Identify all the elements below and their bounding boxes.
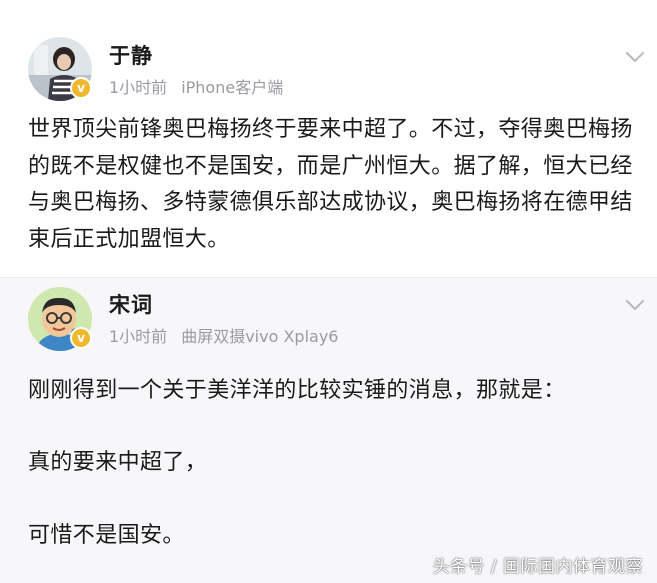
post-paragraph: 刚刚得到一个关于美洋洋的比较实锤的消息，那就是：	[28, 378, 566, 403]
post-body: 世界顶尖前锋奥巴梅扬终于要来中超了。不过，夺得奥巴梅扬的既不是权健也不是国安，而…	[28, 117, 633, 252]
post-item: v 于静 1小时前 iPhone客户端 世界顶尖前锋奥巴梅扬终于要来中超了。不过，…	[0, 0, 657, 277]
post-paragraph: 真的要来中超了，	[28, 450, 208, 475]
post-time: 1小时前	[109, 78, 168, 97]
post-source: iPhone客户端	[181, 78, 284, 97]
verified-badge-icon: v	[70, 327, 92, 349]
post-paragraph: 可惜不是国安。	[28, 523, 185, 548]
post-meta: 1小时前 iPhone客户端	[109, 74, 283, 98]
author-name[interactable]: 于静	[109, 40, 153, 70]
chevron-down-icon[interactable]	[624, 297, 646, 313]
author-name[interactable]: 宋词	[109, 289, 153, 319]
post-source: 曲屏双摄vivo Xplay6	[181, 327, 339, 346]
post-time: 1小时前	[109, 327, 168, 346]
chevron-down-icon[interactable]	[624, 49, 646, 65]
watermark: 头条号 / 国际国内体育观察	[432, 557, 643, 577]
verified-badge-icon: v	[70, 77, 92, 99]
post-item: 词 v 宋词 1小时前曲屏双摄vivo Xplay6 刚刚得到一个关于美洋洋的比…	[0, 277, 657, 583]
post-meta: 1小时前 曲屏双摄vivo Xplay6	[109, 323, 338, 347]
